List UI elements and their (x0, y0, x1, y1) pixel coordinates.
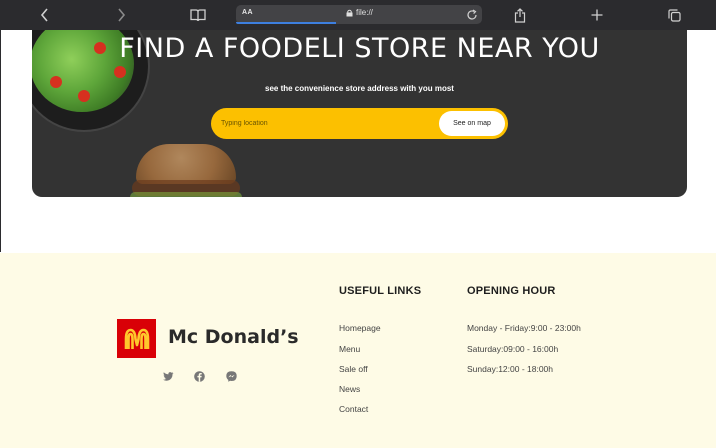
burger-image (130, 144, 244, 197)
brand-logo[interactable] (117, 319, 156, 358)
store-finder-banner: FIND A FOODELI STORE NEAR YOU see the co… (32, 30, 687, 197)
hero-subtitle: see the convenience store address with y… (265, 84, 454, 93)
messenger-icon (226, 371, 237, 382)
tabs-overview-button[interactable] (663, 4, 685, 26)
hours-sunday: Sunday:12:00 - 18:00h (467, 364, 554, 374)
burger-lettuce (130, 192, 242, 197)
tomato-slice (114, 66, 126, 78)
footer-link-homepage[interactable]: Homepage (339, 323, 381, 333)
see-on-map-button[interactable]: See on map (439, 111, 505, 136)
reload-button[interactable] (466, 8, 478, 26)
address-bar[interactable]: AA file:// (236, 5, 482, 24)
facebook-icon (194, 371, 205, 382)
tabs-icon (667, 8, 681, 22)
page-load-progress (236, 22, 336, 24)
hours-saturday: Saturday:09:00 - 16:00h (467, 344, 559, 354)
page-edge (0, 30, 1, 252)
share-button[interactable] (509, 4, 531, 26)
footer-link-contact[interactable]: Contact (339, 404, 368, 414)
twitter-link[interactable] (163, 371, 174, 382)
facebook-link[interactable] (194, 371, 205, 382)
location-input[interactable] (221, 116, 421, 130)
back-button[interactable] (34, 4, 56, 26)
browser-toolbar: AA file:// (0, 0, 716, 30)
opening-hour-heading: OPENING HOUR (467, 285, 556, 297)
plus-icon (591, 9, 603, 21)
burger-bun (136, 144, 236, 184)
location-search-bar: See on map (211, 108, 508, 139)
text-size-button[interactable]: AA (242, 9, 253, 16)
twitter-icon (163, 372, 174, 381)
footer-link-menu[interactable]: Menu (339, 344, 360, 354)
page-title: FIND A FOODELI STORE NEAR YOU (119, 33, 600, 64)
book-icon (190, 8, 206, 21)
chevron-right-icon (118, 8, 126, 22)
footer-link-sale-off[interactable]: Sale off (339, 364, 368, 374)
brand-name: Mc Donald’s (168, 326, 299, 348)
footer-link-news[interactable]: News (339, 384, 360, 394)
hours-weekday: Monday - Friday:9:00 - 23:00h (467, 323, 581, 333)
site-footer: Mc Donald’s USEFUL LINKS Homepage Menu S… (0, 253, 716, 448)
lock-icon (346, 9, 353, 16)
golden-arches-icon (124, 328, 149, 349)
bookmarks-button[interactable] (187, 4, 209, 26)
url-text: file:// (356, 8, 373, 17)
share-icon (514, 7, 526, 23)
messenger-link[interactable] (226, 371, 237, 382)
reload-icon (467, 9, 477, 20)
useful-links-heading: USEFUL LINKS (339, 285, 422, 297)
new-tab-button[interactable] (586, 4, 608, 26)
chevron-left-icon (40, 8, 48, 22)
url-display: file:// (346, 8, 373, 17)
forward-button[interactable] (110, 4, 132, 26)
